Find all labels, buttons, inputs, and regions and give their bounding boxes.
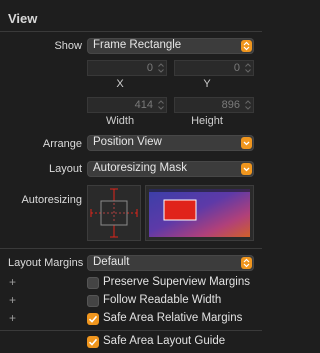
show-label: Show <box>54 40 82 52</box>
stepper-icon[interactable] <box>244 99 252 111</box>
preserve-superview-margins-checkbox[interactable]: Preserve Superview Margins <box>87 276 254 290</box>
y-value: 0 <box>233 62 240 74</box>
chevron-up-down-icon <box>241 40 252 52</box>
x-label: X <box>116 78 124 90</box>
layout-popup[interactable]: Autoresizing Mask <box>87 161 254 177</box>
arrange-label: Arrange <box>42 138 82 150</box>
checkbox[interactable] <box>87 277 99 289</box>
height-label: Height <box>191 115 223 127</box>
stepper-icon[interactable] <box>244 62 252 74</box>
divider <box>0 31 262 32</box>
add-variation-button[interactable]: + <box>9 311 16 325</box>
arrange-popup-value: Position View <box>93 136 162 148</box>
layout-margins-label: Layout Margins <box>8 257 84 269</box>
autoresizing-label: Autoresizing <box>21 194 82 206</box>
checkbox-label: Safe Area Layout Guide <box>103 335 226 347</box>
checkmark-icon <box>88 338 98 346</box>
layout-label: Layout <box>48 163 82 175</box>
autoresizing-springs-icon <box>90 188 138 238</box>
follow-readable-width-checkbox[interactable]: Follow Readable Width <box>87 294 254 308</box>
chevron-up-down-icon <box>241 257 252 269</box>
chevron-down-icon <box>241 137 252 149</box>
height-field[interactable]: 896 <box>174 97 254 113</box>
section-title: View <box>8 11 38 26</box>
layout-margins-popup[interactable]: Default <box>87 255 254 271</box>
height-value: 896 <box>221 99 240 111</box>
checkbox-label: Follow Readable Width <box>103 294 222 306</box>
add-variation-button[interactable]: + <box>9 275 16 289</box>
y-label: Y <box>203 78 211 90</box>
autoresizing-preview-image <box>149 189 250 237</box>
divider <box>0 330 262 331</box>
autoresizing-preview <box>145 185 254 241</box>
add-variation-button[interactable]: + <box>9 293 16 307</box>
checkbox-label: Safe Area Relative Margins <box>103 312 243 324</box>
layout-popup-value: Autoresizing Mask <box>93 162 187 174</box>
safe-area-relative-margins-checkbox[interactable]: Safe Area Relative Margins <box>87 312 254 326</box>
show-popup[interactable]: Frame Rectangle <box>87 38 254 54</box>
y-field[interactable]: 0 <box>174 60 254 76</box>
safe-area-layout-guide-checkbox[interactable]: Safe Area Layout Guide <box>87 335 254 349</box>
width-label: Width <box>105 115 135 127</box>
checkbox[interactable] <box>87 295 99 307</box>
show-popup-value: Frame Rectangle <box>93 39 182 51</box>
stepper-icon[interactable] <box>157 62 165 74</box>
checkmark-icon <box>88 315 98 323</box>
width-value: 414 <box>134 99 153 111</box>
autoresizing-mask-editor[interactable] <box>87 185 141 241</box>
stepper-icon[interactable] <box>157 99 165 111</box>
x-field[interactable]: 0 <box>87 60 167 76</box>
arrange-popup[interactable]: Position View <box>87 135 254 151</box>
width-field[interactable]: 414 <box>87 97 167 113</box>
checkbox[interactable] <box>87 336 99 348</box>
divider <box>0 248 262 249</box>
layout-margins-popup-value: Default <box>93 256 130 268</box>
checkbox-label: Preserve Superview Margins <box>103 276 251 288</box>
checkbox[interactable] <box>87 313 99 325</box>
x-value: 0 <box>146 62 153 74</box>
chevron-down-icon <box>241 163 252 175</box>
